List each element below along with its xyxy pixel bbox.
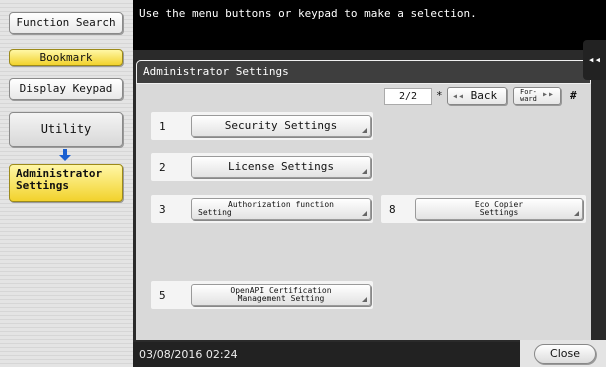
datetime-display: 03/08/2016 02:24 <box>139 348 238 361</box>
double-right-arrow-icon: ▸▸ <box>541 89 554 100</box>
hash-key: # <box>570 89 577 102</box>
collapse-tab[interactable]: ◂◂ <box>583 40 606 80</box>
instruction-text: Use the menu buttons or keypad to make a… <box>139 7 477 20</box>
menu-number: 8 <box>389 203 396 216</box>
menu-number: 1 <box>159 120 166 133</box>
menu-number: 3 <box>159 203 166 216</box>
window-title: Administrator Settings <box>136 60 591 84</box>
menu-label-line2: Management Setting <box>237 294 325 303</box>
forward-label-line2: ward <box>520 95 537 103</box>
forward-button[interactable]: For- ward ▸▸ <box>513 87 561 105</box>
authorization-function-setting-button[interactable]: Authorization function Setting <box>191 198 371 220</box>
security-settings-button[interactable]: Security Settings <box>191 115 371 137</box>
back-label: Back <box>470 89 498 102</box>
menu-label: License Settings <box>228 160 334 173</box>
menu-label: Security Settings <box>224 119 338 132</box>
corner-triangle-icon <box>362 297 367 302</box>
menu-label-line2: Settings <box>479 208 519 217</box>
license-settings-button[interactable]: License Settings <box>191 156 371 178</box>
admin-settings-label-line2: Settings <box>16 179 69 192</box>
utility-button[interactable]: Utility <box>9 112 123 147</box>
double-left-arrow-icon: ◂◂ <box>587 53 602 66</box>
menu-row-eco-copier: 8 Eco Copier Settings <box>381 195 586 223</box>
openapi-certification-button[interactable]: OpenAPI Certification Management Setting <box>191 284 371 306</box>
close-button[interactable]: Close <box>534 344 596 364</box>
administrator-settings-button[interactable]: Administrator Settings <box>9 164 123 202</box>
arrow-down-icon <box>59 149 71 161</box>
bookmark-button[interactable]: Bookmark <box>9 49 123 66</box>
corner-triangle-icon <box>574 211 579 216</box>
menu-number: 5 <box>159 289 166 302</box>
close-area: Close <box>520 340 606 367</box>
menu-row-authorization-function: 3 Authorization function Setting <box>151 195 373 223</box>
menu-number: 2 <box>159 161 166 174</box>
menu-row-security-settings: 1 Security Settings <box>151 112 373 140</box>
back-button[interactable]: ◂◂ Back <box>447 87 507 105</box>
menu-label-line2: Setting <box>198 208 232 217</box>
corner-triangle-icon <box>362 169 367 174</box>
window-content: 2/2 * ◂◂ Back For- ward ▸▸ # 1 Security … <box>141 84 586 332</box>
administrator-settings-window: Administrator Settings 2/2 * ◂◂ Back For… <box>136 60 591 340</box>
double-left-arrow-icon: ◂◂ <box>452 91 465 102</box>
corner-triangle-icon <box>362 211 367 216</box>
eco-copier-settings-button[interactable]: Eco Copier Settings <box>415 198 583 220</box>
display-keypad-button[interactable]: Display Keypad <box>9 78 123 100</box>
page-indicator: 2/2 <box>384 88 432 105</box>
star-key: * <box>436 89 443 102</box>
function-search-button[interactable]: Function Search <box>9 12 123 34</box>
menu-row-openapi-certification: 5 OpenAPI Certification Management Setti… <box>151 281 373 309</box>
menu-row-license-settings: 2 License Settings <box>151 153 373 181</box>
instruction-banner: Use the menu buttons or keypad to make a… <box>133 0 606 50</box>
corner-triangle-icon <box>362 128 367 133</box>
left-panel: Function Search Bookmark Display Keypad … <box>0 0 133 367</box>
